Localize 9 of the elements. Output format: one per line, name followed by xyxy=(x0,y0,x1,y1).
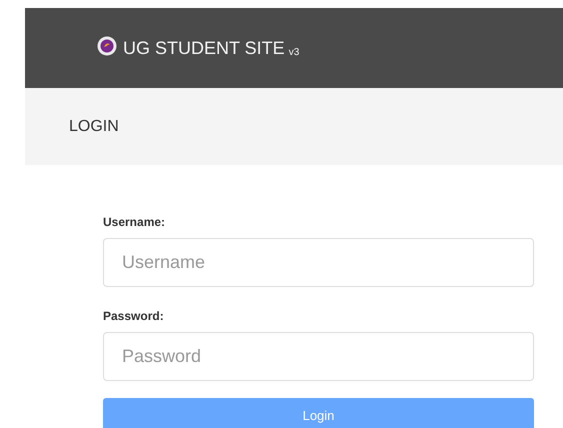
logo-icon xyxy=(97,36,117,56)
input-field[interactable]: Password xyxy=(103,332,534,381)
version-label: v3 xyxy=(288,46,300,58)
site-title: UG STUDENT SITE xyxy=(123,38,285,58)
login-button[interactable]: Login xyxy=(103,398,534,428)
input-field[interactable]: Username xyxy=(103,238,534,287)
field-label: Password: xyxy=(103,309,164,323)
field-label: Username: xyxy=(103,215,166,229)
page-title: LOGIN xyxy=(69,118,119,136)
